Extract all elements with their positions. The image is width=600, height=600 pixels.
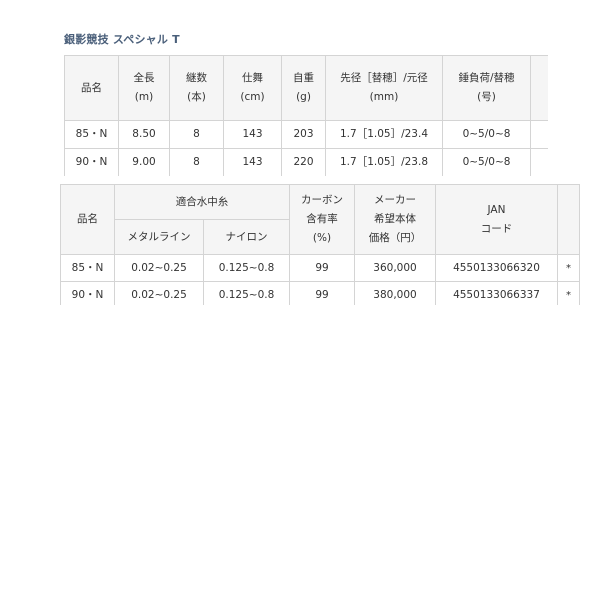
table-row: 90・N 0.02~0.25 0.125~0.8 99 380,000 4550… bbox=[60, 281, 580, 305]
cell-metal-line: 0.02~0.25 bbox=[114, 281, 204, 305]
cell-name: 90・N bbox=[60, 281, 115, 305]
line-price-table: 品名 適合水中糸 カーボン 含有率 (%) メーカー 希望本体 価格（円） JAN コード… bbox=[60, 184, 580, 305]
header-closed-length: 仕舞 (cm) bbox=[223, 55, 282, 121]
header-line-group: 適合水中糸 bbox=[114, 184, 290, 220]
cell-carbon: 99 bbox=[289, 281, 355, 305]
cell-sections: 8 bbox=[169, 120, 224, 149]
spec-table: 品名 全長 (m) 継数 (本) 仕舞 (cm) 自重 (g) 先径［替穂］/元径 (mm… bbox=[64, 55, 548, 176]
cell-extra bbox=[530, 148, 548, 176]
cell-diameter: 1.7［1.05］/23.4 bbox=[325, 120, 443, 149]
cell-sinker-load: 0~5/0~8 bbox=[442, 120, 531, 149]
cell-price: 380,000 bbox=[354, 281, 436, 305]
cell-length: 9.00 bbox=[118, 148, 170, 176]
cell-sections: 8 bbox=[169, 148, 224, 176]
page-title: 銀影競技 スペシャル T bbox=[64, 33, 180, 46]
header-weight: 自重 (g) bbox=[281, 55, 326, 121]
header-name: 品名 bbox=[60, 184, 115, 255]
cell-name: 85・N bbox=[60, 254, 115, 282]
line-price-table-container: 品名 適合水中糸 カーボン 含有率 (%) メーカー 希望本体 価格（円） JAN コード… bbox=[60, 184, 580, 305]
header-sections: 継数 (本) bbox=[169, 55, 224, 121]
cell-nylon: 0.125~0.8 bbox=[203, 281, 290, 305]
table-row: 90・N 9.00 8 143 220 1.7［1.05］/23.8 0~5/0… bbox=[64, 148, 548, 176]
header-diameter: 先径［替穂］/元径 (mm) bbox=[325, 55, 443, 121]
cell-name: 85・N bbox=[64, 120, 119, 149]
cell-length: 8.50 bbox=[118, 120, 170, 149]
cell-closed-length: 143 bbox=[223, 120, 282, 149]
header-carbon: カーボン 含有率 (%) bbox=[289, 184, 355, 255]
spec-table-container: 品名 全長 (m) 継数 (本) 仕舞 (cm) 自重 (g) 先径［替穂］/元径 (mm… bbox=[64, 55, 548, 176]
header-jan: JAN コード bbox=[435, 184, 558, 255]
table-row: 85・N 0.02~0.25 0.125~0.8 99 360,000 4550… bbox=[60, 254, 580, 282]
cell-extra bbox=[530, 120, 548, 149]
cell-nylon: 0.125~0.8 bbox=[203, 254, 290, 282]
header-length: 全長 (m) bbox=[118, 55, 170, 121]
spec-header-row: 品名 全長 (m) 継数 (本) 仕舞 (cm) 自重 (g) 先径［替穂］/元径 (mm… bbox=[64, 55, 548, 121]
cell-note: * bbox=[557, 281, 580, 305]
cell-jan: 4550133066337 bbox=[435, 281, 558, 305]
line-header-row-1: 品名 適合水中糸 カーボン 含有率 (%) メーカー 希望本体 価格（円） JAN コード bbox=[60, 184, 580, 255]
cell-closed-length: 143 bbox=[223, 148, 282, 176]
cell-carbon: 99 bbox=[289, 254, 355, 282]
cell-price: 360,000 bbox=[354, 254, 436, 282]
header-name: 品名 bbox=[64, 55, 119, 121]
cell-diameter: 1.7［1.05］/23.8 bbox=[325, 148, 443, 176]
header-sinker-load: 錘負荷/替穂 (号) bbox=[442, 55, 531, 121]
cell-weight: 203 bbox=[281, 120, 326, 149]
table-row: 85・N 8.50 8 143 203 1.7［1.05］/23.4 0~5/0… bbox=[64, 120, 548, 149]
header-extra bbox=[557, 184, 580, 255]
header-extra bbox=[530, 55, 548, 121]
cell-jan: 4550133066320 bbox=[435, 254, 558, 282]
cell-metal-line: 0.02~0.25 bbox=[114, 254, 204, 282]
cell-sinker-load: 0~5/0~8 bbox=[442, 148, 531, 176]
header-nylon: ナイロン bbox=[203, 219, 290, 255]
cell-note: * bbox=[557, 254, 580, 282]
cell-name: 90・N bbox=[64, 148, 119, 176]
cell-weight: 220 bbox=[281, 148, 326, 176]
header-price: メーカー 希望本体 価格（円） bbox=[354, 184, 436, 255]
header-metal-line: メタルライン bbox=[114, 219, 204, 255]
